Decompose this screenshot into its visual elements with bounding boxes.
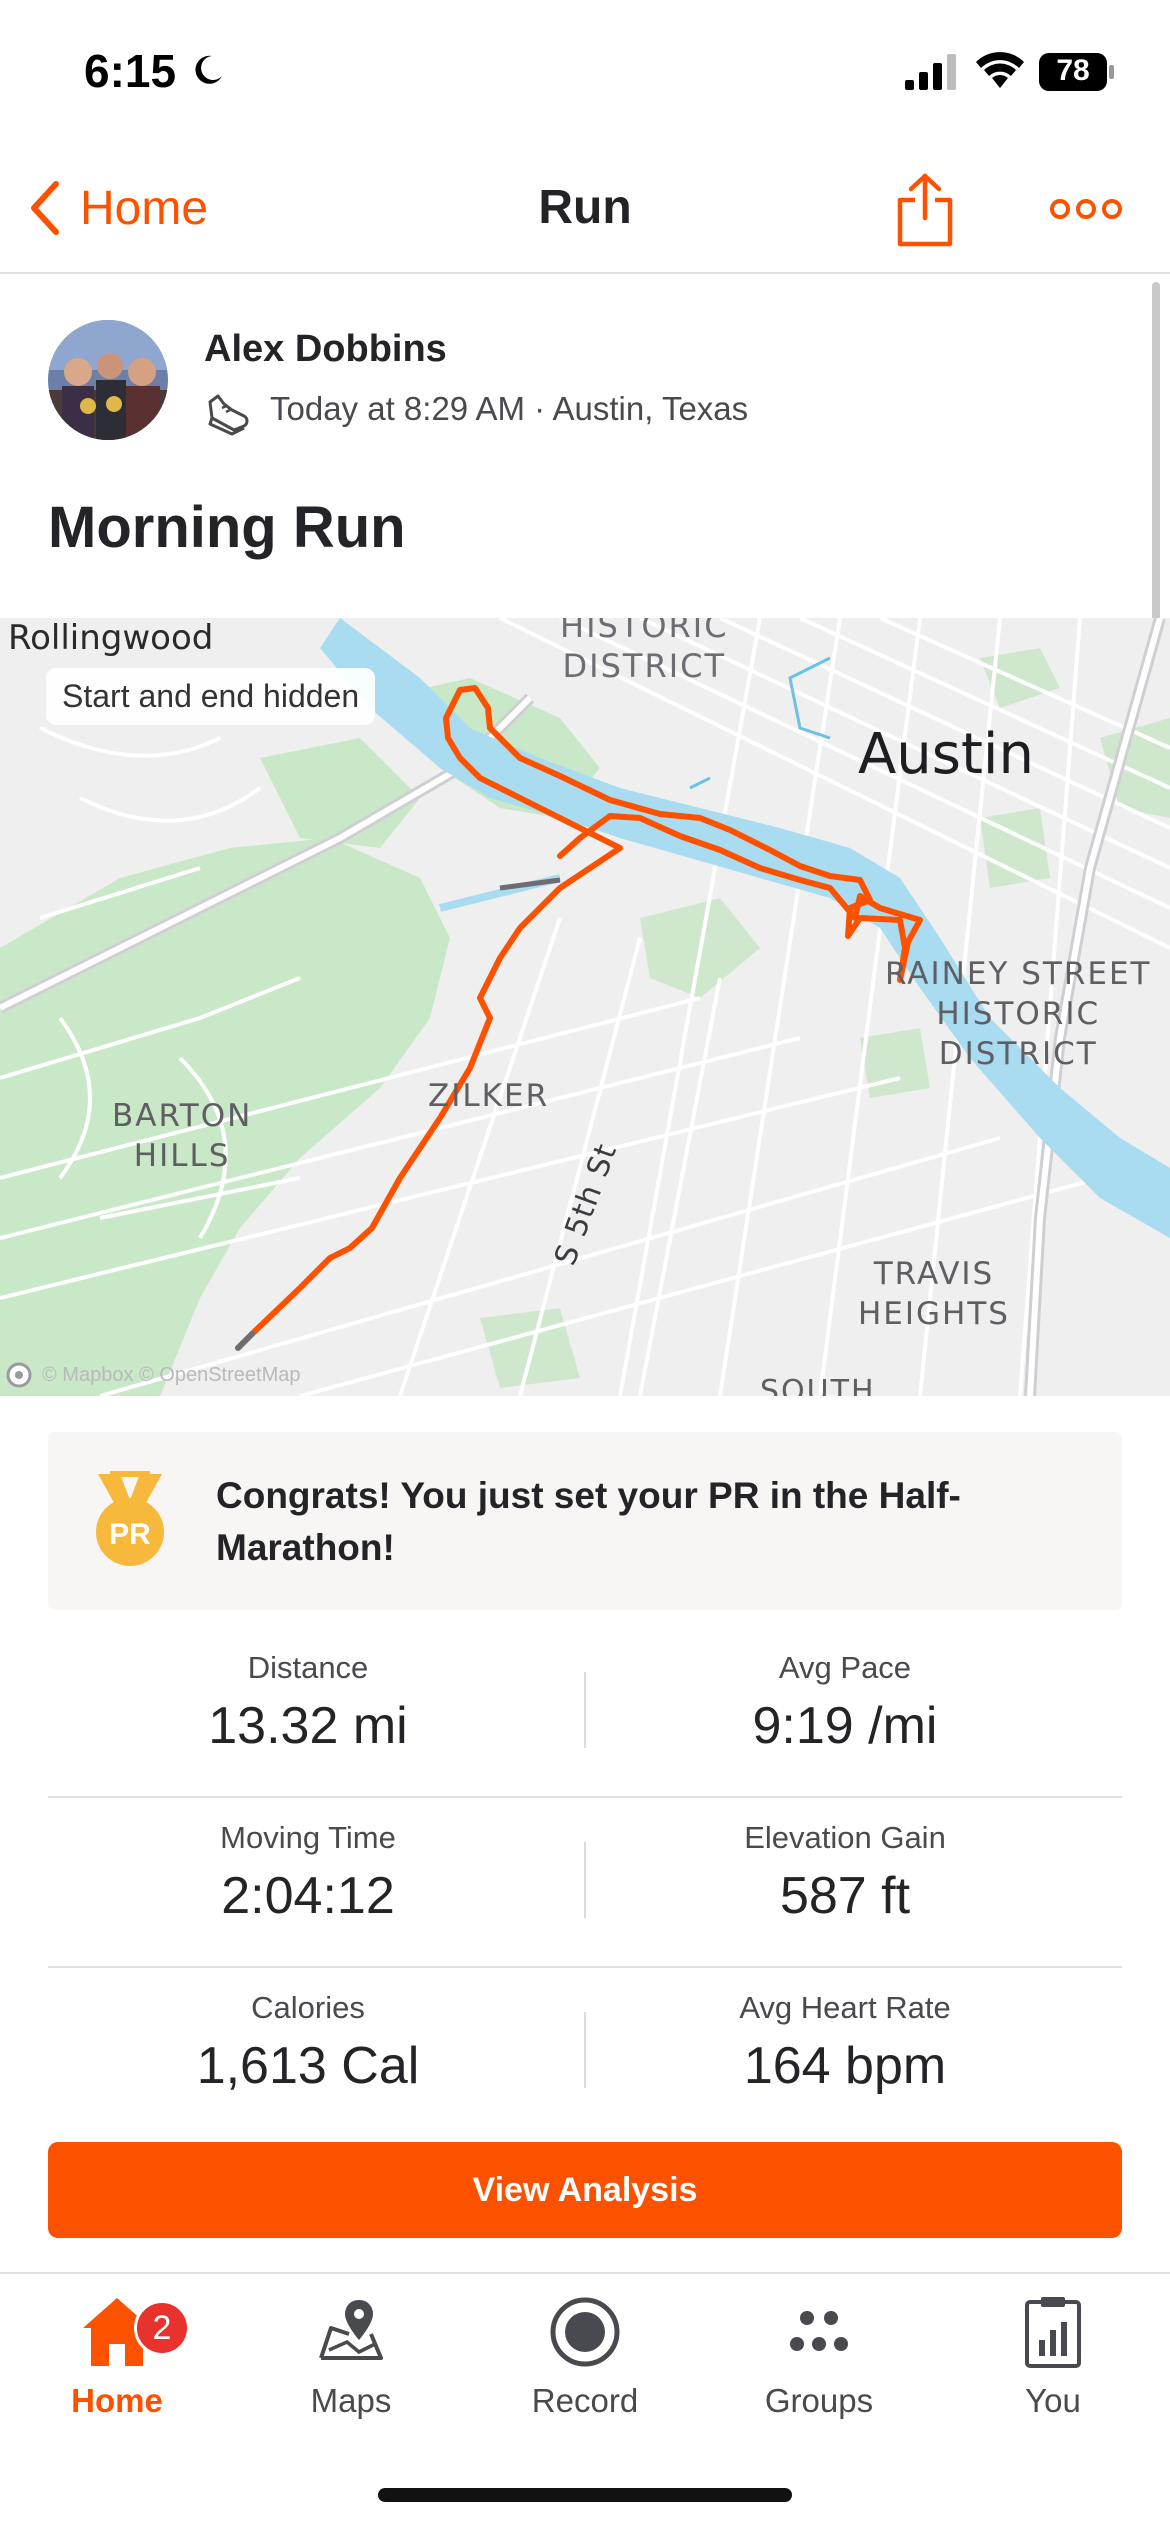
map-attribution[interactable]: © Mapbox © OpenStreetMap [6,1362,301,1388]
stats-row: Distance 13.32 mi Avg Pace 9:19 /mi [48,1628,1122,1798]
running-shoe-icon [208,394,249,436]
tab-label: Groups [764,2382,874,2419]
more-options-icon[interactable] [1048,194,1124,224]
pr-banner[interactable]: PR Congrats! You just set your PR in the… [48,1432,1122,1610]
pr-message: Congrats! You just set your PR in the Ha… [216,1475,961,1568]
athlete-name[interactable]: Alex Dobbins [204,328,447,371]
page-title: Run [538,181,632,234]
stat-moving-time: Moving Time 2:04:12 [48,1820,568,1926]
stat-value: 2:04:12 [221,1867,395,1925]
stat-value: 13.32 mi [208,1697,408,1755]
stat-elevation-gain: Elevation Gain 587 ft [585,1820,1105,1926]
status-bar: 6:15 78 [0,0,1170,150]
stat-label: Moving Time [220,1820,396,1855]
tab-label: Maps [310,2382,392,2419]
tab-maps[interactable]: Maps [234,2294,468,2444]
map-label-south: SOUTH [760,1374,876,1396]
svg-text:PR: PR [109,1518,151,1551]
battery-icon: 78 [1038,52,1116,92]
mapbox-logo-icon [6,1362,32,1388]
map-label-rainey-street: RAINEY STREET HISTORIC DISTRICT [885,956,1152,1072]
map-label-historic-district: HISTORIC DISTRICT [560,618,729,685]
activity-title: Morning Run [48,495,406,560]
stat-label: Elevation Gain [744,1820,946,1855]
stat-avg-pace: Avg Pace 9:19 /mi [585,1650,1105,1756]
tab-record[interactable]: Record [468,2294,702,2444]
tab-label: Record [531,2382,639,2419]
record-icon [550,2297,620,2367]
cellular-signal-icon [905,54,956,90]
stat-value: 9:19 /mi [752,1697,938,1755]
tab-home[interactable]: Home 2 [0,2294,234,2444]
stat-label: Avg Pace [778,1650,912,1685]
stat-label: Distance [247,1650,369,1685]
groups-icon [790,2311,848,2351]
stat-value: 1,613 Cal [196,2037,420,2095]
stat-distance: Distance 13.32 mi [48,1650,568,1756]
tab-label: Home [71,2382,163,2419]
moon-icon [195,55,222,84]
wifi-icon [976,52,1024,88]
map-label-travis-heights: TRAVIS HEIGHTS [858,1256,1010,1332]
route-map[interactable]: Start and end hidden Rollingwood HISTORI… [0,618,1170,1396]
map-label-barton-hills: BARTON HILLS [112,1098,253,1174]
tab-you[interactable]: You [936,2294,1170,2444]
stats-row: Calories 1,613 Cal Avg Heart Rate 164 bp… [48,1968,1122,2138]
stats-row: Moving Time 2:04:12 Elevation Gain 587 f… [48,1798,1122,1968]
view-analysis-button[interactable]: View Analysis [48,2142,1122,2238]
battery-level: 78 [1056,54,1090,87]
pr-medal-icon: PR [96,1471,164,1566]
notification-badge: 2 [134,2300,190,2356]
map-label-austin: Austin [858,722,1034,787]
activity-meta: Today at 8:29 AM · Austin, Texas [270,390,749,427]
stat-label: Avg Heart Rate [739,1990,951,2025]
privacy-badge: Start and end hidden [46,668,376,725]
stat-label: Calories [251,1990,365,2025]
stat-avg-heart-rate: Avg Heart Rate 164 bpm [585,1990,1105,2096]
tab-label: You [1025,2382,1081,2419]
share-icon[interactable] [895,172,955,248]
home-indicator[interactable] [378,2488,792,2502]
stat-value: 587 ft [779,1867,911,1925]
status-time: 6:15 [84,45,177,97]
tab-groups[interactable]: Groups [702,2294,936,2444]
navigation-bar: Home Run [0,150,1170,274]
avatar[interactable] [48,320,168,440]
attribution-text: © Mapbox © OpenStreetMap [42,1363,301,1386]
map-pin-icon [319,2300,383,2360]
map-label-zilker: ZILKER [428,1078,550,1114]
clipboard-chart-icon [1025,2297,1081,2368]
stat-value: 164 bpm [743,2037,947,2095]
map-label-rollingwood: Rollingwood [8,618,214,658]
stat-calories: Calories 1,613 Cal [48,1990,568,2096]
stats-grid: Distance 13.32 mi Avg Pace 9:19 /mi Movi… [48,1628,1122,2138]
